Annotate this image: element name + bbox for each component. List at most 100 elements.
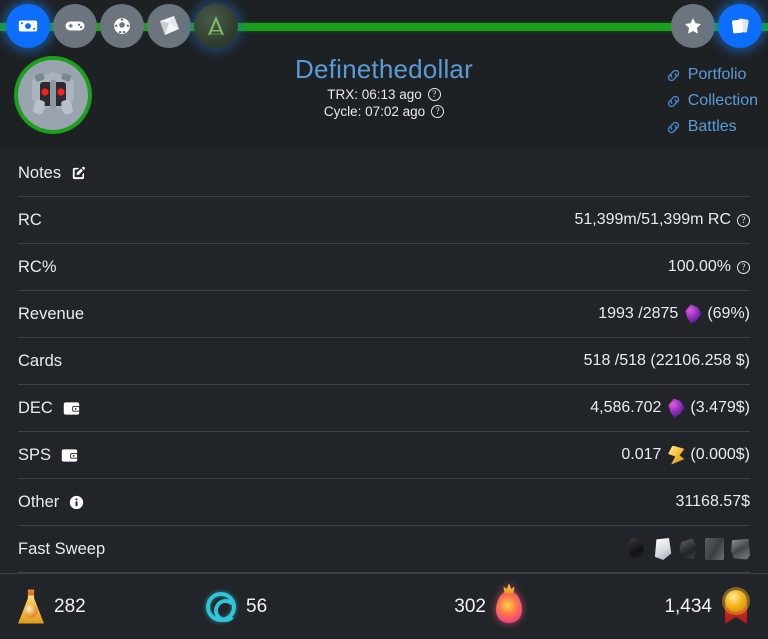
link-collection-label: Collection	[688, 89, 758, 113]
row-notes-label-group: Notes	[18, 164, 87, 183]
gold-medal-icon	[722, 590, 750, 624]
row-notes-label: Notes	[18, 164, 61, 183]
row-dec-value-group: 4,586.702 (3.479$)	[590, 399, 750, 418]
trx-timestamp-row: TRX: 06:13 ago ?	[0, 86, 768, 103]
edit-icon[interactable]	[70, 165, 87, 182]
row-revenue-value-group: 1993 /2875 (69%)	[598, 305, 750, 324]
row-other: Other 31168.57$	[18, 479, 750, 526]
nav-icons-right-group	[671, 4, 762, 48]
row-sps-label: SPS	[18, 446, 51, 465]
stat-teal-spiral-value: 56	[246, 596, 267, 618]
avatar-image	[18, 60, 88, 130]
nav-star-icon[interactable]	[671, 4, 715, 48]
stat-pink-potion[interactable]: 302	[364, 591, 592, 623]
header-links: Portfolio Collection Battles	[665, 63, 758, 141]
link-battles[interactable]: Battles	[665, 115, 758, 139]
row-rc-value-group: 51,399m/51,399m RC ?	[574, 211, 750, 229]
teal-spiral-icon	[206, 592, 236, 622]
rc-help-icon[interactable]: ?	[737, 214, 750, 227]
row-sps-value-group: 0.017 (0.000$)	[621, 446, 750, 465]
row-other-label: Other	[18, 493, 59, 512]
wallet-icon[interactable]	[62, 400, 81, 417]
row-rc-label-group: RC	[18, 211, 42, 230]
link-battles-label: Battles	[688, 115, 737, 139]
pink-potion-icon	[496, 591, 522, 623]
link-icon	[665, 67, 682, 84]
sweep-pack-icon-2[interactable]	[653, 538, 672, 560]
row-rc-percent-label-group: RC%	[18, 258, 57, 277]
profile-header: Definethedollar TRX: 06:13 ago ? Cycle: …	[0, 0, 768, 150]
avatar[interactable]	[14, 56, 92, 134]
row-rc-percent: RC% 100.00% ?	[18, 244, 750, 291]
row-revenue-label: Revenue	[18, 305, 84, 324]
row-dec-value: 4,586.702	[590, 399, 661, 417]
page-title: Definethedollar	[0, 52, 768, 86]
nav-icons-left-group	[6, 4, 238, 48]
row-cards: Cards 518 /518 (22106.258 $)	[18, 338, 750, 385]
dec-token-icon	[684, 305, 701, 324]
row-rc-value: 51,399m/51,399m RC	[574, 211, 731, 229]
nav-collection-cards-icon[interactable]	[718, 4, 762, 48]
sweep-pack-icon-3[interactable]	[679, 538, 698, 560]
dec-token-icon	[667, 399, 684, 418]
nav-soccer-ball-icon[interactable]	[100, 4, 144, 48]
row-revenue-value: 1993 /2875	[598, 305, 678, 323]
row-fast-sweep-label: Fast Sweep	[18, 540, 105, 559]
stat-pink-potion-value: 302	[454, 596, 486, 618]
row-sps-value: 0.017	[621, 446, 661, 464]
gold-potion-icon	[18, 590, 44, 624]
sweep-pack-icon-1[interactable]	[627, 538, 646, 560]
nav-card-pack-icon[interactable]	[147, 4, 191, 48]
row-cards-label: Cards	[18, 352, 62, 371]
stat-teal-spiral[interactable]: 56	[176, 592, 364, 622]
nav-gamepad-icon[interactable]	[53, 4, 97, 48]
row-dec-label: DEC	[18, 399, 53, 418]
row-revenue-label-group: Revenue	[18, 305, 84, 324]
link-portfolio[interactable]: Portfolio	[665, 63, 758, 87]
row-rc-percent-label: RC%	[18, 258, 57, 277]
row-other-label-group: Other	[18, 493, 85, 512]
row-sps: SPS 0.017 (0.000$)	[18, 432, 750, 479]
row-rc-percent-value: 100.00%	[668, 258, 731, 276]
stats-list: Notes RC 51,399m/51,399m RC ? RC% 100.00…	[0, 150, 768, 573]
wallet-icon[interactable]	[60, 447, 79, 464]
row-revenue: Revenue 1993 /2875 (69%)	[18, 291, 750, 338]
sweep-pack-icon-5[interactable]	[731, 538, 750, 560]
row-cards-value: 518 /518 (22106.258 $)	[584, 352, 750, 370]
medal-disc	[725, 590, 747, 612]
trx-help-icon[interactable]: ?	[428, 88, 441, 101]
fast-sweep-pack-icons	[627, 538, 750, 560]
row-rc: RC 51,399m/51,399m RC ?	[18, 197, 750, 244]
cycle-help-icon[interactable]: ?	[431, 105, 444, 118]
row-sps-label-group: SPS	[18, 446, 79, 465]
row-dec-label-group: DEC	[18, 399, 81, 418]
row-revenue-percent: (69%)	[707, 305, 750, 323]
profile-title-block: Definethedollar TRX: 06:13 ago ? Cycle: …	[0, 52, 768, 120]
row-rc-percent-value-group: 100.00% ?	[668, 258, 750, 276]
link-icon	[665, 119, 682, 136]
row-dec: DEC 4,586.702 (3.479$)	[18, 385, 750, 432]
link-portfolio-label: Portfolio	[688, 63, 747, 87]
row-sps-usd: (0.000$)	[690, 446, 750, 464]
row-notes[interactable]: Notes	[18, 150, 750, 197]
row-dec-usd: (3.479$)	[690, 399, 750, 417]
link-icon	[665, 93, 682, 110]
nav-badge-a-icon[interactable]	[194, 4, 238, 48]
bottom-resource-bar: 282 56 302 1,434	[0, 573, 768, 639]
rc-percent-help-icon[interactable]: ?	[737, 261, 750, 274]
stat-gold-medal[interactable]: 1,434	[592, 590, 750, 624]
sweep-pack-icon-4[interactable]	[705, 538, 724, 560]
cycle-timestamp: Cycle: 07:02 ago	[324, 103, 425, 120]
stat-gold-potion-value: 282	[54, 596, 86, 618]
top-navigation-bar	[0, 0, 768, 52]
link-collection[interactable]: Collection	[665, 89, 758, 113]
stat-gold-potion[interactable]: 282	[18, 590, 176, 624]
info-icon[interactable]	[68, 494, 85, 511]
sps-token-icon	[667, 446, 684, 465]
row-other-value: 31168.57$	[676, 493, 750, 511]
row-other-value-group: 31168.57$	[676, 493, 750, 511]
row-fast-sweep-label-group: Fast Sweep	[18, 540, 105, 559]
stat-gold-medal-value: 1,434	[664, 596, 712, 618]
cycle-timestamp-row: Cycle: 07:02 ago ?	[0, 103, 768, 120]
nav-money-icon[interactable]	[6, 4, 50, 48]
